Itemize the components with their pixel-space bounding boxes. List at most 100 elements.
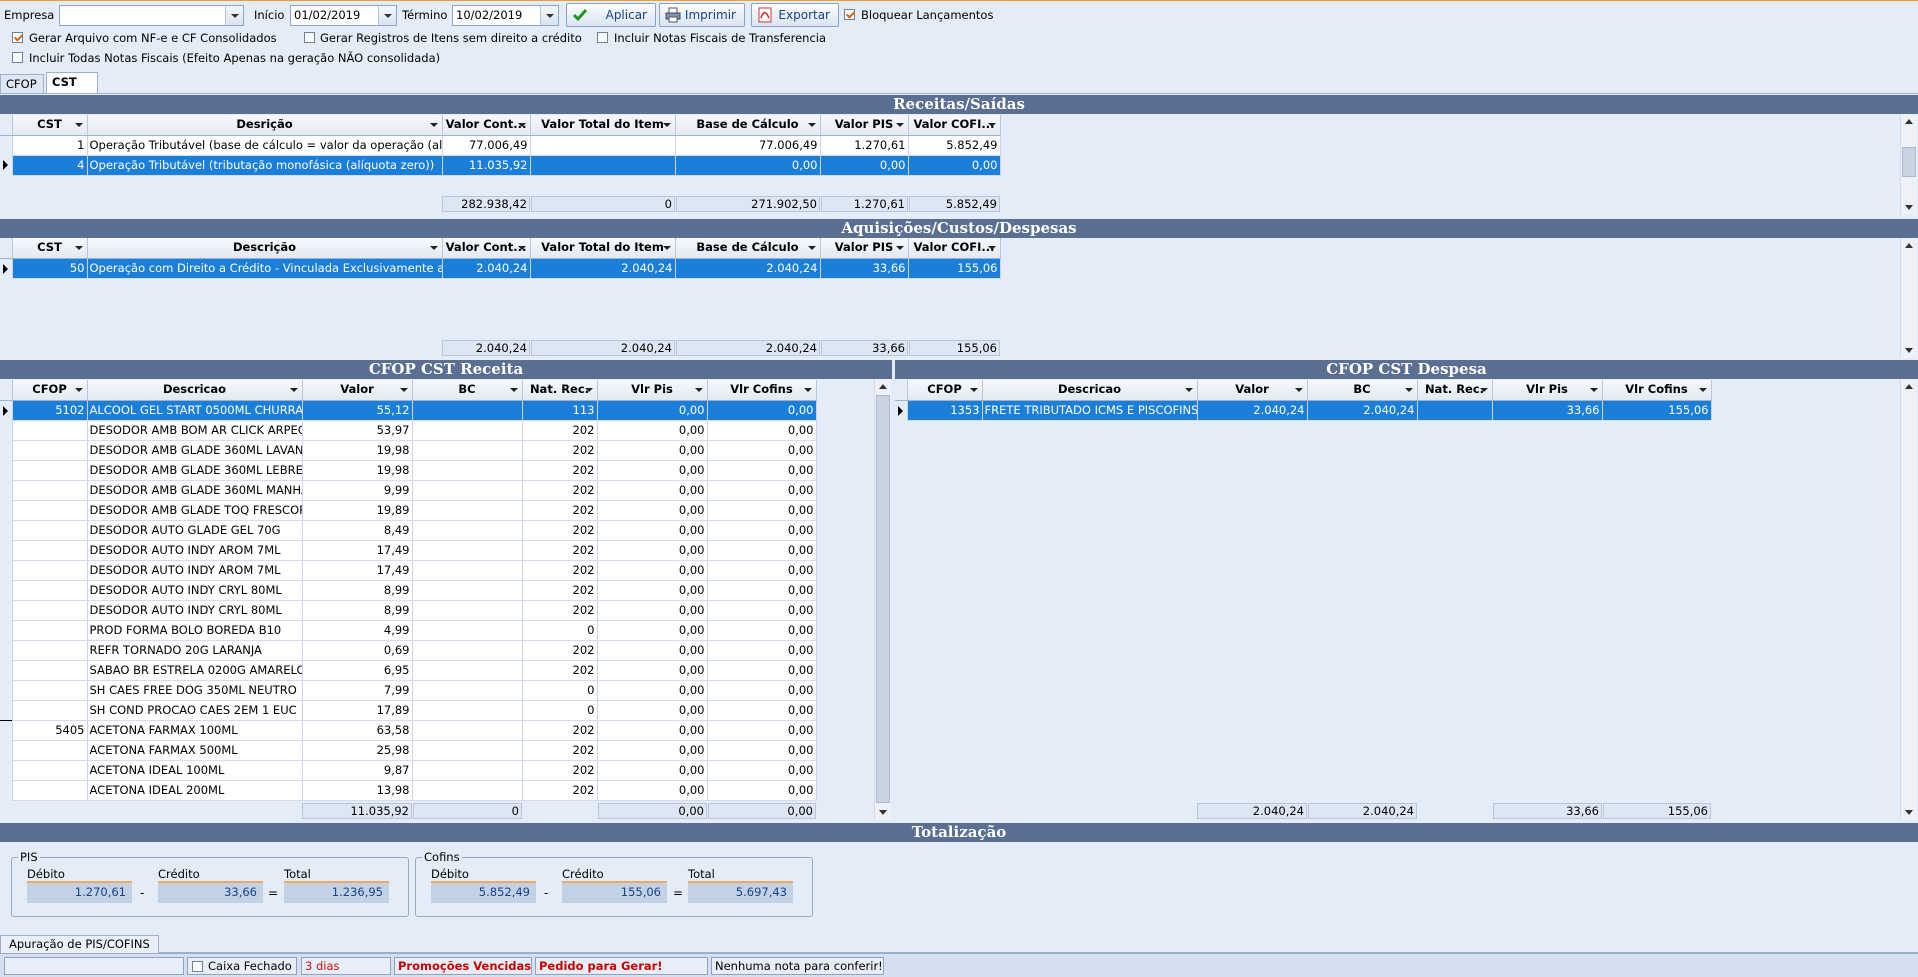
cell-valor[interactable]: 19,89 <box>302 500 413 521</box>
cell-valor-total[interactable] <box>530 155 676 176</box>
cell-bc[interactable] <box>412 600 523 621</box>
cell-cfop[interactable] <box>12 660 88 681</box>
cell-base[interactable]: 2.040,24 <box>675 258 821 279</box>
cell-cfop[interactable] <box>12 460 88 481</box>
cell-vlr-cofins[interactable]: 155,06 <box>1602 400 1712 421</box>
cell-valor[interactable]: 13,98 <box>302 780 413 801</box>
col-header-cst[interactable]: CST <box>12 115 88 136</box>
cell-cfop[interactable] <box>12 580 88 601</box>
cell-vlr-pis[interactable]: 0,00 <box>597 719 708 741</box>
cell-valor[interactable]: 55,12 <box>302 400 413 421</box>
col-header-pis[interactable]: Valor PIS <box>820 115 909 136</box>
col-header-cofins[interactable]: Valor COFI... <box>908 115 1001 136</box>
cell-valor[interactable]: 8,99 <box>302 600 413 621</box>
cell-vlr-cofins[interactable]: 0,00 <box>707 640 817 661</box>
cell-desc[interactable]: DESODOR AUTO INDY AROM 7ML <box>87 560 303 581</box>
table-row[interactable]: 1 Operação Tributável (base de cálculo =… <box>0 135 1001 156</box>
cell-cfop[interactable]: 1353 <box>907 400 983 421</box>
cell-desc[interactable]: SABAO BR ESTRELA 0200G AMARELO <box>87 660 303 681</box>
cell-nat-rec[interactable]: 202 <box>522 580 598 601</box>
chevron-down-icon[interactable] <box>225 6 243 25</box>
cell-nat-rec[interactable]: 202 <box>522 780 598 801</box>
cell-cofins[interactable]: 0,00 <box>908 155 1001 176</box>
cell-cfop[interactable] <box>12 680 88 701</box>
cell-vlr-pis[interactable]: 0,00 <box>597 620 708 641</box>
cell-cfop[interactable] <box>12 780 88 801</box>
cell-bc[interactable] <box>412 480 523 501</box>
cell-nat-rec[interactable]: 202 <box>522 440 598 461</box>
cell-valor-cont[interactable]: 11.035,92 <box>442 155 531 176</box>
col-header-pis[interactable]: Valor PIS <box>820 238 909 259</box>
cell-valor-total[interactable] <box>530 135 676 156</box>
cell-bc[interactable]: 2.040,24 <box>1307 400 1418 421</box>
cell-nat-rec[interactable]: 202 <box>522 660 598 681</box>
cell-vlr-cofins[interactable]: 0,00 <box>707 780 817 801</box>
table-row[interactable]: DESODOR AUTO INDY CRYL 80ML 8,99 202 0,00 0,… <box>0 580 817 601</box>
col-header-cofins[interactable]: Valor COFI... <box>908 238 1001 259</box>
cell-valor[interactable]: 19,98 <box>302 460 413 481</box>
cell-valor[interactable]: 8,49 <box>302 520 413 541</box>
cell-cfop[interactable] <box>12 500 88 521</box>
cell-valor[interactable]: 63,58 <box>302 719 413 741</box>
cell-desc[interactable]: ACETONA IDEAL 100ML <box>87 760 303 781</box>
cell-vlr-cofins[interactable]: 0,00 <box>707 660 817 681</box>
caixa-fechado-panel[interactable]: Caixa Fechado <box>187 957 297 975</box>
table-row[interactable]: DESODOR AMB BOM AR CLICK ARPEGIO 53,97 202… <box>0 420 817 441</box>
cell-cofins[interactable]: 5.852,49 <box>908 135 1001 156</box>
cell-valor[interactable]: 53,97 <box>302 420 413 441</box>
cell-valor[interactable]: 7,99 <box>302 680 413 701</box>
cell-cfop[interactable]: 5405 <box>12 719 88 741</box>
col-header-cfop[interactable]: CFOP <box>12 380 88 401</box>
cell-desc[interactable]: DESODOR AUTO INDY CRYL 80ML <box>87 580 303 601</box>
bloquear-checkbox[interactable] <box>844 9 855 20</box>
col-header-valor-cont[interactable]: Valor Cont... <box>442 115 531 136</box>
cell-desc[interactable]: DESODOR AMB GLADE TOQ FRESCOR <box>87 500 303 521</box>
table-row[interactable]: PROD FORMA BOLO BOREDA B10 4,99 0 0,00 0,00 <box>0 620 817 641</box>
cell-vlr-pis[interactable]: 0,00 <box>597 760 708 781</box>
table-row[interactable]: DESODOR AUTO INDY AROM 7ML 17,49 202 0,00 0,… <box>0 540 817 561</box>
cell-vlr-cofins[interactable]: 0,00 <box>707 440 817 461</box>
cell-vlr-pis[interactable]: 33,66 <box>1492 400 1603 421</box>
inicio-date-field[interactable]: 01/02/2019 <box>290 5 397 26</box>
table-row[interactable]: ACETONA IDEAL 200ML 13,98 202 0,00 0,00 <box>0 780 817 801</box>
col-header-base[interactable]: Base de Cálculo <box>675 238 821 259</box>
cell-desc[interactable]: FRETE TRIBUTADO ICMS E PISCOFINS <box>982 400 1198 421</box>
gerar-consolidados-checkbox[interactable] <box>12 32 23 43</box>
table-row[interactable]: ACETONA FARMAX 500ML 25,98 202 0,00 0,00 <box>0 740 817 761</box>
cell-nat-rec[interactable]: 0 <box>522 620 598 641</box>
cell-valor[interactable]: 17,49 <box>302 540 413 561</box>
table-row-selected[interactable]: 50 Operação com Direito a Crédito - Vinc… <box>0 258 1001 279</box>
table-row[interactable]: SH COND PROCAO CAES 2EM 1 EUC 17,89 0 0,00 0… <box>0 700 817 721</box>
cell-desc[interactable]: ACETONA FARMAX 500ML <box>87 740 303 761</box>
cell-vlr-cofins[interactable]: 0,00 <box>707 540 817 561</box>
cell-vlr-pis[interactable]: 0,00 <box>597 640 708 661</box>
cell-valor[interactable]: 17,89 <box>302 700 413 721</box>
imprimir-button[interactable]: Imprimir <box>659 3 745 27</box>
cell-nat-rec[interactable]: 202 <box>522 719 598 741</box>
cell-pis[interactable]: 1.270,61 <box>820 135 909 156</box>
cell-desc[interactable]: ALCOOL GEL START 0500ML CHURRASCO <box>87 400 303 421</box>
cell-cfop[interactable] <box>12 540 88 561</box>
cell-vlr-pis[interactable]: 0,00 <box>597 500 708 521</box>
cell-valor[interactable]: 9,99 <box>302 480 413 501</box>
cell-valor-cont[interactable]: 77.006,49 <box>442 135 531 156</box>
cell-bc[interactable] <box>412 660 523 681</box>
cell-pis[interactable]: 33,66 <box>820 258 909 279</box>
cell-vlr-cofins[interactable]: 0,00 <box>707 460 817 481</box>
cell-vlr-cofins[interactable]: 0,00 <box>707 520 817 541</box>
chevron-down-icon[interactable] <box>378 6 396 25</box>
cell-base[interactable]: 0,00 <box>675 155 821 176</box>
cell-cfop[interactable] <box>12 620 88 641</box>
cell-cfop[interactable] <box>12 520 88 541</box>
cell-desc[interactable]: DESODOR AUTO GLADE GEL 70G <box>87 520 303 541</box>
tab-cfop[interactable]: CFOP <box>0 74 44 94</box>
cell-vlr-pis[interactable]: 0,00 <box>597 420 708 441</box>
cell-bc[interactable] <box>412 560 523 581</box>
table-row[interactable]: SH CAES FREE DOG 350ML NEUTRO 7,99 0 0,00 0,… <box>0 680 817 701</box>
cell-nat-rec[interactable]: 202 <box>522 740 598 761</box>
col-header-valor-total[interactable]: Valor Total do Item <box>530 115 676 136</box>
caixa-fechado-checkbox[interactable] <box>192 961 203 972</box>
table-row[interactable]: DESODOR AMB GLADE 360ML MANHA 9,99 202 0,00… <box>0 480 817 501</box>
col-header-bc[interactable]: BC <box>412 380 523 401</box>
table-row[interactable]: REFR TORNADO 20G LARANJA 0,69 202 0,00 0,00 <box>0 640 817 661</box>
